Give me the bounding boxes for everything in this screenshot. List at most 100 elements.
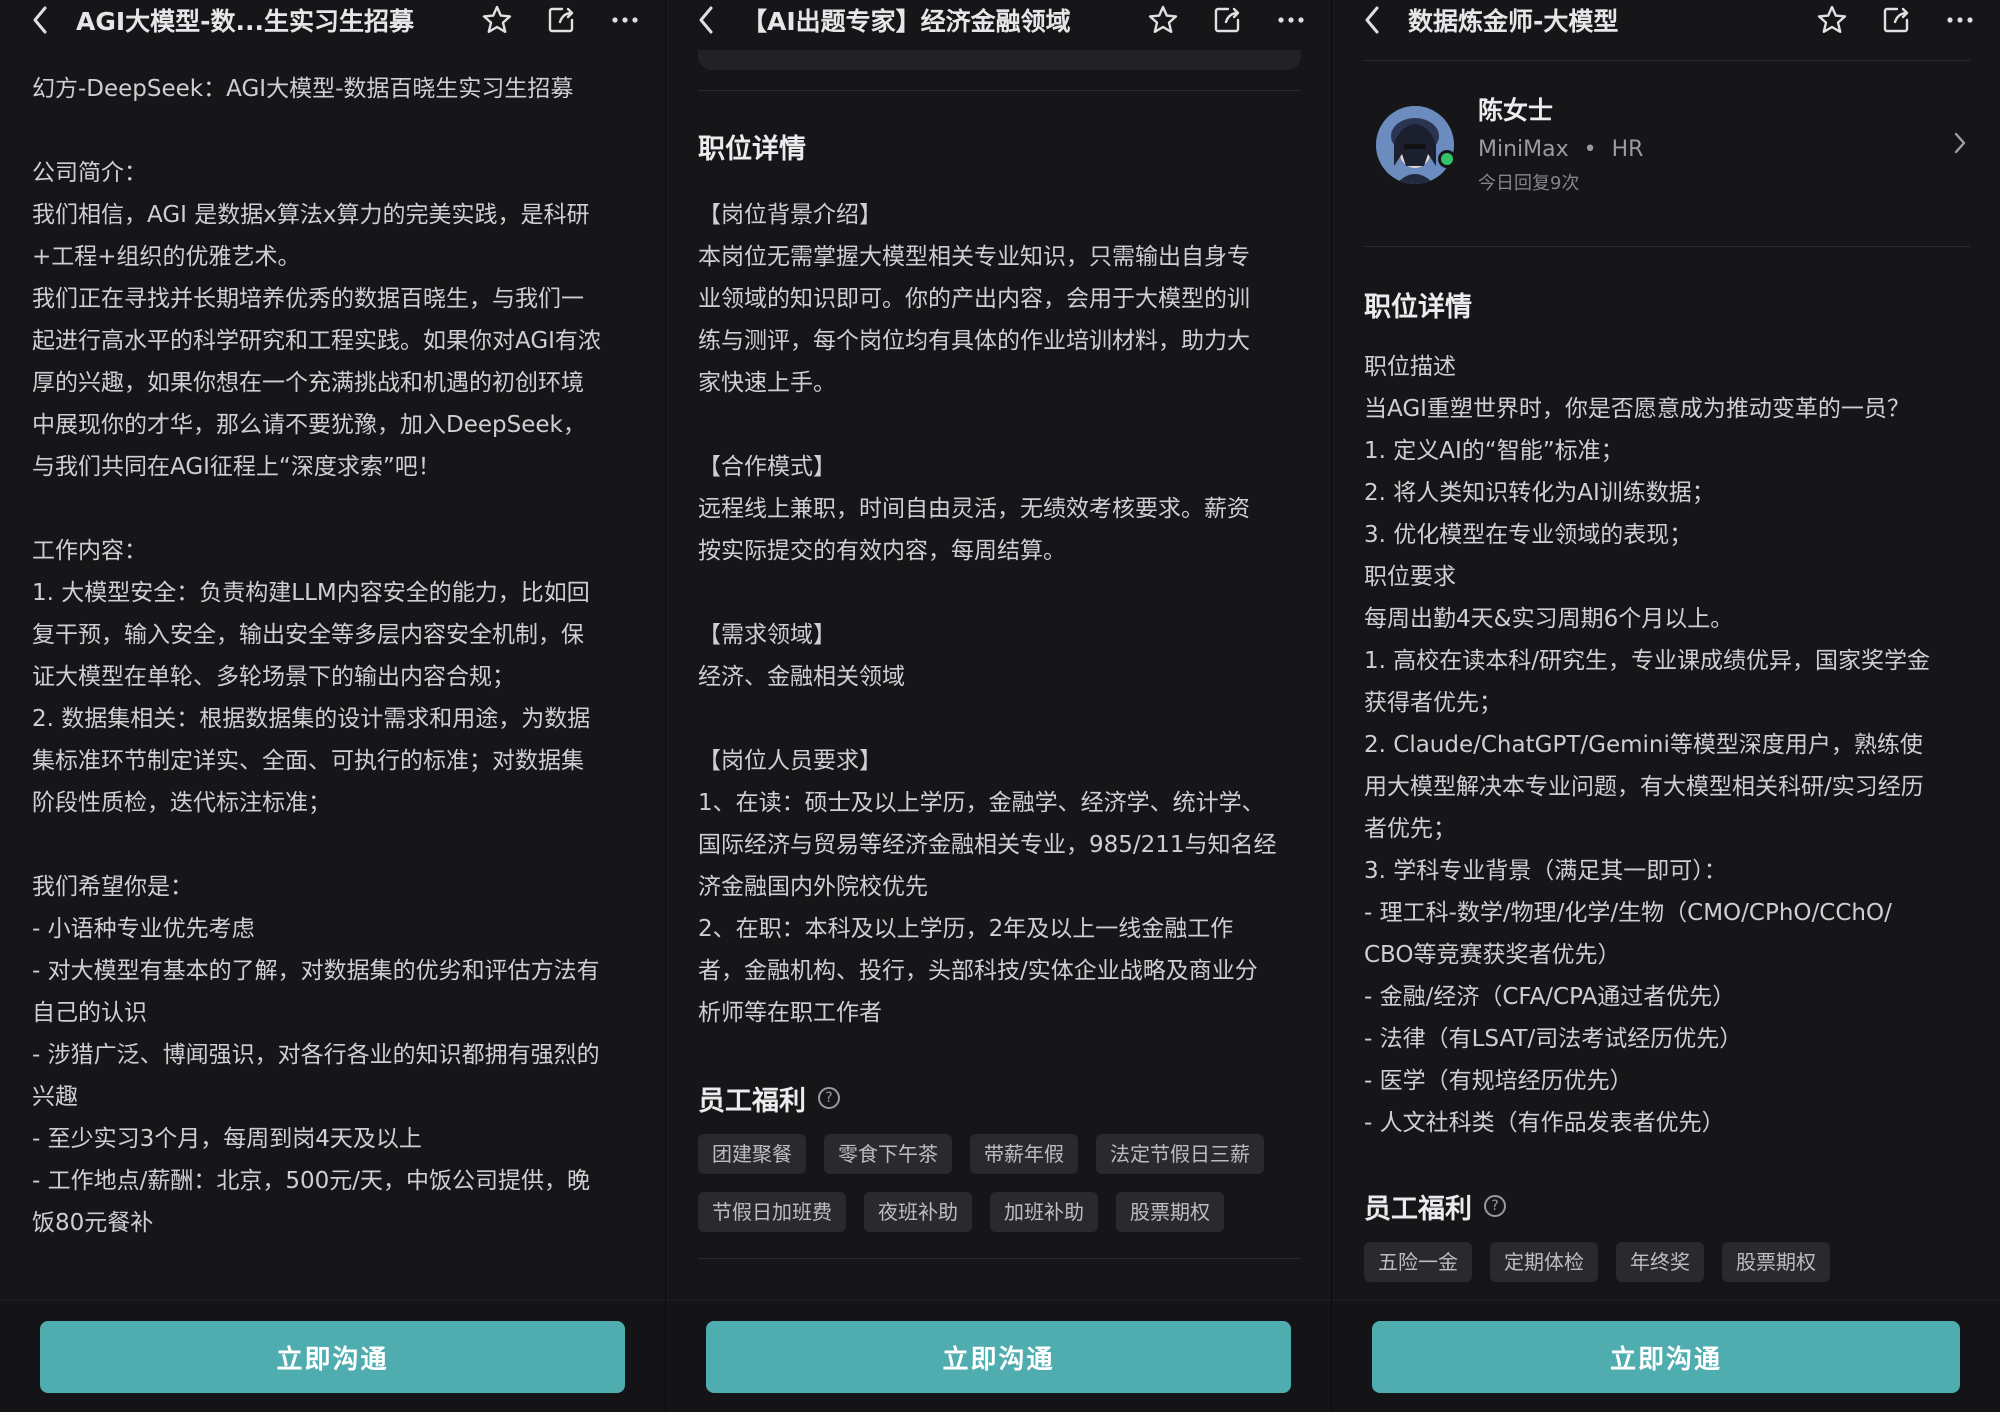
benefit-tag: 夜班补助 bbox=[864, 1192, 972, 1232]
chat-now-button[interactable]: 立即沟通 bbox=[40, 1321, 625, 1393]
chat-now-button[interactable]: 立即沟通 bbox=[1372, 1321, 1960, 1393]
bottom-bar: 立即沟通 bbox=[666, 1300, 1331, 1412]
share-icon[interactable] bbox=[1878, 0, 1914, 40]
bottom-bar: 立即沟通 bbox=[1332, 1300, 2000, 1412]
text-line: - 工作地点/薪酬：北京，500元/天，中饭公司提供，晚 bbox=[32, 1168, 591, 1194]
benefit-tag: 团建聚餐 bbox=[698, 1134, 806, 1174]
text-line: 1. 定义AI的“智能”标准； bbox=[1364, 438, 1624, 464]
text-line: 兴趣 bbox=[32, 1084, 78, 1110]
text-line: 集标准环节制定详实、全面、可执行的标准；对数据集 bbox=[32, 748, 584, 774]
text-line: 2. 数据集相关：根据数据集的设计需求和用途，为数据 bbox=[32, 706, 591, 732]
text-line: 饭80元餐补 bbox=[32, 1210, 154, 1236]
text-line: 我们相信，AGI 是数据x算法x算力的完美实践，是科研 bbox=[32, 202, 590, 228]
panel-data-alchemist-job: 数据炼金师-大模型 陈女士 MiniMax • HR 今日回复9次 职位详情 职… bbox=[1332, 0, 2000, 1412]
benefit-tags: 团建聚餐 零食下午茶 带薪年假 法定节假日三薪 节假日加班费 夜班补助 加班补助… bbox=[698, 1134, 1301, 1250]
text-line: 工作内容： bbox=[32, 538, 147, 564]
text-line: 1. 大模型安全：负责构建LLM内容安全的能力，比如回 bbox=[32, 580, 590, 606]
collapsed-card-edge bbox=[698, 50, 1301, 70]
text-line: 3. 学科专业背景（满足其一即可）： bbox=[1364, 858, 1727, 884]
text-line: - 理工科-数学/物理/化学/生物（CMO/CPhO/CChO/ bbox=[1364, 900, 1892, 926]
more-icon[interactable] bbox=[607, 0, 643, 40]
panel-ai-expert-job: 【AI出题专家】经济金融领域 职位详情 【岗位背景介绍】 本岗位无需掌握大模型相… bbox=[666, 0, 1332, 1412]
text-line: 证大模型在单轮、多轮场景下的输出内容合规； bbox=[32, 664, 515, 690]
job-description: 职位详情 职位描述 当AGI重塑世界时，你是否愿意成为推动变革的一员？ 1. 定… bbox=[1364, 282, 1970, 1300]
job-description: 职位详情 【岗位背景介绍】 本岗位无需掌握大模型相关专业知识，只需输出自身专 业… bbox=[698, 124, 1301, 1259]
job-description: 幻方-DeepSeek：AGI大模型-数据百晓生实习生招募 公司简介： 我们相信… bbox=[32, 68, 635, 1244]
star-icon[interactable] bbox=[1814, 0, 1850, 40]
benefit-tag: 加班补助 bbox=[990, 1192, 1098, 1232]
text-line: 按实际提交的有效内容，每周结算。 bbox=[698, 538, 1066, 564]
bottom-bar: 立即沟通 bbox=[0, 1300, 665, 1412]
text-line: 本岗位无需掌握大模型相关专业知识，只需输出自身专 bbox=[698, 244, 1250, 270]
share-icon[interactable] bbox=[543, 0, 579, 40]
back-icon[interactable] bbox=[32, 0, 54, 40]
text-line: - 至少实习3个月，每周到岗4天及以上 bbox=[32, 1126, 422, 1152]
benefits-title-text: 员工福利 bbox=[698, 1085, 806, 1117]
hr-info: 陈女士 MiniMax • HR 今日回复9次 bbox=[1478, 91, 1643, 199]
benefits-title: 员工福利 ? bbox=[1364, 1184, 1970, 1228]
text-line: 【岗位人员要求】 bbox=[698, 748, 882, 774]
text-line: 与我们共同在AGI征程上“深度求索”吧！ bbox=[32, 454, 441, 480]
avatar bbox=[1376, 106, 1454, 184]
page-title: AGI大模型-数...生实习生招募 bbox=[76, 7, 415, 36]
more-icon[interactable] bbox=[1942, 0, 1978, 40]
panel-deepseek-job: AGI大模型-数...生实习生招募 幻方-DeepSeek：AGI大模型-数据百… bbox=[0, 0, 666, 1412]
star-icon[interactable] bbox=[1145, 0, 1181, 40]
text-line: 每周出勤4天&实习周期6个月以上。 bbox=[1364, 606, 1734, 632]
header-bar: 【AI出题专家】经济金融领域 bbox=[666, 0, 1331, 40]
text-line: 国际经济与贸易等经济金融相关专业，985/211与知名经 bbox=[698, 832, 1277, 858]
benefit-tag: 法定节假日三薪 bbox=[1096, 1134, 1264, 1174]
chat-now-button[interactable]: 立即沟通 bbox=[706, 1321, 1291, 1393]
benefit-tag: 零食下午茶 bbox=[824, 1134, 952, 1174]
text-line: - 人文社科类（有作品发表者优先） bbox=[1364, 1110, 1725, 1136]
text-line: 当AGI重塑世界时，你是否愿意成为推动变革的一员？ bbox=[1364, 396, 1910, 422]
benefit-tag: 股票期权 bbox=[1722, 1242, 1830, 1282]
text-line: 厚的兴趣，如果你想在一个充满挑战和机遇的初创环境 bbox=[32, 370, 584, 396]
text-line: 获得者优先； bbox=[1364, 690, 1502, 716]
back-icon[interactable] bbox=[1364, 0, 1386, 40]
benefits-title: 员工福利 ? bbox=[698, 1076, 1301, 1120]
header-bar: AGI大模型-数...生实习生招募 bbox=[0, 0, 665, 40]
text-line: - 小语种专业优先考虑 bbox=[32, 916, 255, 942]
divider bbox=[698, 1258, 1301, 1259]
text-line: 【需求领域】 bbox=[698, 622, 836, 648]
text-line: 家快速上手。 bbox=[698, 370, 836, 396]
text-line: 业领域的知识即可。你的产出内容，会用于大模型的训 bbox=[698, 286, 1250, 312]
more-icon[interactable] bbox=[1273, 0, 1309, 40]
text-line: - 对大模型有基本的了解，对数据集的优劣和评估方法有 bbox=[32, 958, 600, 984]
benefit-tag: 定期体检 bbox=[1490, 1242, 1598, 1282]
text-line: 公司简介： bbox=[32, 160, 147, 186]
text-line: 阶段性质检，迭代标注标准； bbox=[32, 790, 331, 816]
text-line: - 法律（有LSAT/司法考试经历优先） bbox=[1364, 1026, 1743, 1052]
help-icon[interactable]: ? bbox=[818, 1087, 840, 1109]
chevron-right-icon bbox=[1954, 132, 1966, 158]
separator-dot: • bbox=[1583, 137, 1597, 162]
online-status-dot bbox=[1438, 150, 1456, 168]
benefit-tag: 五险一金 bbox=[1364, 1242, 1472, 1282]
hr-card[interactable]: 陈女士 MiniMax • HR 今日回复9次 bbox=[1376, 70, 1970, 220]
text-line: 用大模型解决本专业问题，有大模型相关科研/实习经历 bbox=[1364, 774, 1924, 800]
text-line: 职位描述 bbox=[1364, 354, 1456, 380]
star-icon[interactable] bbox=[479, 0, 515, 40]
benefit-tag: 带薪年假 bbox=[970, 1134, 1078, 1174]
help-icon[interactable]: ? bbox=[1484, 1195, 1506, 1217]
divider bbox=[1364, 246, 1970, 247]
text-line: 我们正在寻找并长期培养优秀的数据百晓生，与我们一 bbox=[32, 286, 584, 312]
hr-role: HR bbox=[1611, 137, 1644, 162]
divider bbox=[1364, 60, 1970, 61]
text-line: +工程+组织的优雅艺术。 bbox=[32, 244, 301, 270]
text-line: 经济、金融相关领域 bbox=[698, 664, 905, 690]
back-icon[interactable] bbox=[698, 0, 720, 40]
benefit-tag: 节假日加班费 bbox=[698, 1192, 846, 1232]
section-title: 职位详情 bbox=[698, 133, 806, 165]
text-line: 析师等在职工作者 bbox=[698, 1000, 882, 1026]
benefit-tag: 股票期权 bbox=[1116, 1192, 1224, 1232]
share-icon[interactable] bbox=[1209, 0, 1245, 40]
benefit-tag: 年终奖 bbox=[1616, 1242, 1704, 1282]
header-bar: 数据炼金师-大模型 bbox=[1332, 0, 2000, 40]
